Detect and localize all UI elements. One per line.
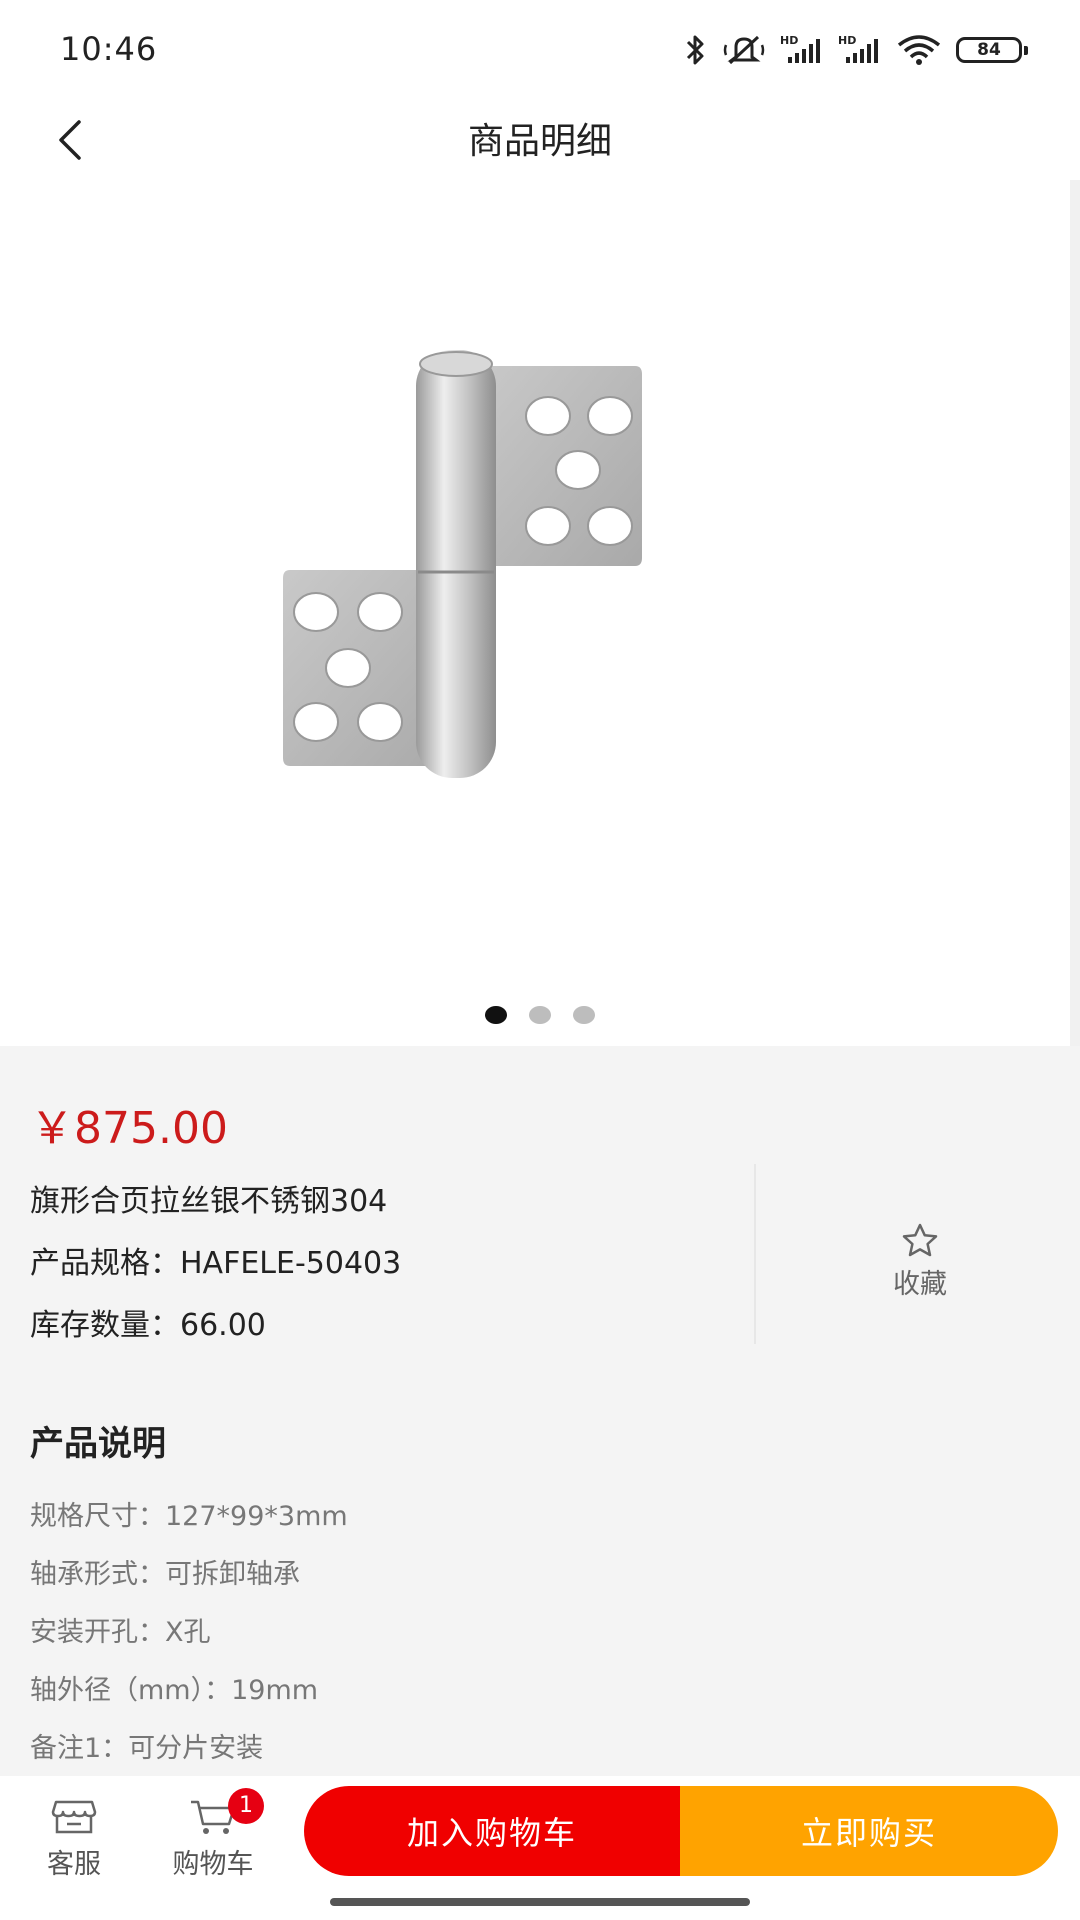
favorite-label: 收藏 bbox=[893, 1269, 947, 1300]
status-time: 10:46 bbox=[60, 30, 158, 68]
cart-badge: 1 bbox=[228, 1788, 264, 1824]
description-item: 安装开孔：X孔 bbox=[30, 1617, 211, 1648]
status-icons: HD HD 84 bbox=[682, 30, 1028, 70]
hd-signal-icon: HD bbox=[780, 34, 820, 63]
store-icon bbox=[51, 1800, 97, 1834]
stock-label: 库存数量： bbox=[30, 1308, 180, 1343]
description-item: 备注1：可分片安装 bbox=[30, 1733, 264, 1764]
product-info: ￥875.00 旗形合页拉丝银不锈钢304 产品规格：HAFELE-50403 … bbox=[0, 1046, 1080, 1776]
description-item: 轴外径（mm）：19mm bbox=[30, 1675, 319, 1706]
door-hinge-image bbox=[283, 350, 642, 778]
cart-label: 购物车 bbox=[172, 1849, 254, 1880]
customer-service-button[interactable]: 客服 bbox=[36, 1798, 112, 1881]
description-item: 规格尺寸：127*99*3mm bbox=[30, 1501, 348, 1532]
status-bar: 10:46 HD HD 84 bbox=[0, 0, 1080, 100]
customer-service-label: 客服 bbox=[47, 1849, 101, 1880]
bluetooth-icon bbox=[686, 35, 704, 65]
svg-text:HD: HD bbox=[780, 34, 798, 47]
star-outline-icon bbox=[902, 1223, 938, 1257]
carousel-dots bbox=[0, 1006, 1080, 1024]
divider bbox=[754, 1164, 756, 1344]
product-gallery[interactable] bbox=[0, 180, 1080, 1046]
nav-bar: 商品明细 bbox=[0, 100, 1080, 180]
stock-value: 66.00 bbox=[180, 1308, 266, 1343]
spec-label: 产品规格： bbox=[30, 1246, 180, 1281]
battery-level: 84 bbox=[977, 40, 1001, 60]
mute-icon bbox=[723, 35, 765, 65]
svg-text:HD: HD bbox=[838, 34, 856, 47]
add-to-cart-button[interactable]: 加入购物车 bbox=[304, 1786, 680, 1876]
carousel-dot[interactable] bbox=[529, 1006, 551, 1024]
product-price: ￥875.00 bbox=[30, 1103, 228, 1154]
favorite-button[interactable]: 收藏 bbox=[760, 1222, 1080, 1301]
bottom-action-bar: 客服 1 购物车 加入购物车 立即购买 bbox=[0, 1776, 1080, 1920]
home-indicator[interactable] bbox=[330, 1898, 750, 1906]
cart-button[interactable]: 1 购物车 bbox=[158, 1788, 268, 1881]
buy-now-button[interactable]: 立即购买 bbox=[680, 1786, 1058, 1876]
hd-signal-icon: HD bbox=[838, 34, 878, 63]
product-name: 旗形合页拉丝银不锈钢304 bbox=[30, 1184, 388, 1219]
carousel-dot[interactable] bbox=[573, 1006, 595, 1024]
page-title: 商品明细 bbox=[467, 121, 612, 162]
description-item: 轴承形式：可拆卸轴承 bbox=[30, 1559, 300, 1590]
description-title: 产品说明 bbox=[30, 1424, 166, 1464]
wifi-icon bbox=[897, 35, 941, 65]
battery-icon: 84 bbox=[956, 37, 1028, 63]
carousel-dot-active[interactable] bbox=[485, 1006, 507, 1024]
product-stock: 库存数量：66.00 bbox=[30, 1300, 266, 1344]
spec-value: HAFELE-50403 bbox=[180, 1246, 402, 1281]
product-spec: 产品规格：HAFELE-50403 bbox=[30, 1238, 401, 1282]
